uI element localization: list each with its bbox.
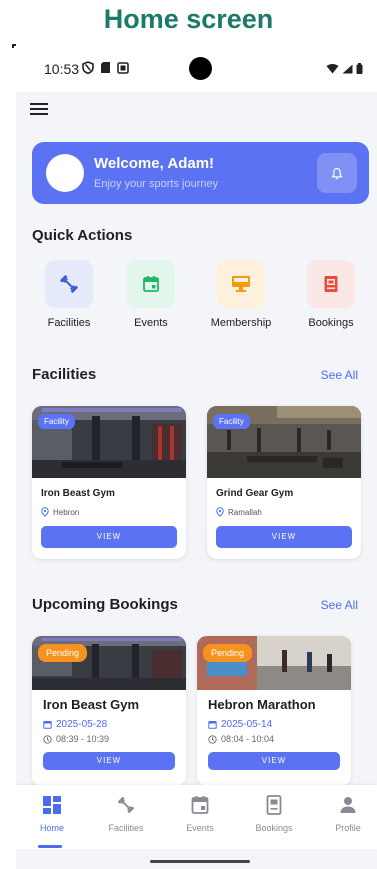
clock-icon [208, 734, 217, 744]
welcome-title: Welcome, Adam! [94, 155, 215, 172]
facility-card[interactable]: Facility Iron Beast Gym Hebron VIEW [32, 406, 186, 559]
status-badge: Pending [38, 644, 88, 662]
status-badge: Pending [203, 644, 253, 662]
gesture-bar[interactable] [150, 860, 250, 863]
shield-icon [82, 61, 94, 74]
status-icons-right [326, 63, 363, 74]
menu-icon[interactable] [30, 100, 50, 118]
battery-icon [356, 63, 363, 74]
booking-name: Iron Beast Gym [43, 697, 140, 712]
booking-date-text: 2025-05-14 [221, 719, 273, 730]
booking-icon [324, 276, 338, 292]
booking-icon [266, 795, 282, 815]
nav-home[interactable]: Home [24, 795, 80, 833]
quick-action-bookings[interactable]: Bookings [296, 260, 366, 329]
nav-label: Events [186, 823, 214, 833]
quick-action-label: Facilities [47, 317, 91, 329]
bell-icon [331, 167, 343, 179]
booking-date: 2025-05-14 [208, 719, 272, 730]
booking-time-text: 08:39 - 10:39 [56, 734, 110, 744]
quick-action-tile [127, 260, 175, 308]
dumbbell-icon [118, 797, 134, 813]
facility-name: Grind Gear Gym [216, 488, 294, 499]
avatar[interactable] [46, 154, 84, 192]
nav-profile[interactable]: Profile [320, 795, 376, 833]
calendar-icon [43, 721, 52, 729]
facility-card[interactable]: Facility Grind Gear Gym Ramallah VIEW [207, 406, 361, 559]
booking-date-text: 2025-05-28 [56, 719, 108, 730]
booking-time: 08:39 - 10:39 [43, 734, 109, 744]
status-bar: 10:53 [16, 48, 377, 92]
nav-label: Profile [335, 823, 361, 833]
facility-location-text: Ramallah [228, 507, 262, 517]
facility-view-button[interactable]: VIEW [41, 526, 177, 548]
booking-name: Hebron Marathon [208, 697, 316, 712]
booking-view-button[interactable]: VIEW [43, 752, 175, 770]
dumbbell-icon [60, 275, 78, 293]
nav-label: Home [39, 823, 64, 833]
wifi-icon [326, 63, 339, 73]
quick-action-label: Bookings [308, 317, 354, 329]
booking-date: 2025-05-28 [43, 719, 107, 730]
quick-action-tile [307, 260, 355, 308]
camera-cutout [189, 57, 212, 80]
facility-view-button[interactable]: VIEW [216, 526, 352, 548]
quick-action-label: Membership [210, 317, 272, 329]
location-pin-icon [216, 507, 224, 517]
booking-card[interactable]: Pending Iron Beast Gym 2025-05-28 08:39 … [32, 636, 186, 786]
person-icon [340, 797, 356, 813]
calendar-icon [143, 276, 159, 292]
card-icon [232, 276, 250, 292]
signal-icon [342, 64, 353, 73]
sim-card-icon [101, 62, 110, 73]
nav-active-indicator [38, 845, 62, 848]
quick-action-label: Events [134, 317, 168, 329]
app-bar [16, 92, 377, 132]
quick-action-tile [45, 260, 93, 308]
nav-facilities[interactable]: Facilities [98, 795, 154, 833]
location-pin-icon [41, 507, 49, 517]
facility-badge: Facility [38, 414, 75, 429]
screenshot-icon [117, 61, 129, 74]
status-icons-left [82, 61, 129, 74]
welcome-subtitle: Enjoy your sports journey [94, 178, 219, 190]
screen-caption: Home screen [103, 4, 274, 34]
facility-location: Ramallah [216, 507, 262, 517]
facility-location: Hebron [41, 507, 79, 517]
quick-actions-title: Quick Actions [32, 227, 133, 244]
booking-time-text: 08:04 - 10:04 [221, 734, 275, 744]
booking-view-button[interactable]: VIEW [208, 752, 340, 770]
bookings-title: Upcoming Bookings [32, 596, 178, 613]
clock-icon [43, 734, 52, 744]
nav-label: Facilities [108, 823, 144, 833]
facilities-see-all-link[interactable]: See All [321, 368, 358, 382]
quick-action-tile [217, 260, 265, 308]
status-time: 10:53 [44, 61, 80, 77]
calendar-icon [208, 721, 217, 729]
facility-name: Iron Beast Gym [41, 488, 115, 499]
facility-location-text: Hebron [53, 507, 80, 517]
quick-action-facilities[interactable]: Facilities [34, 260, 104, 329]
facilities-title: Facilities [32, 366, 97, 383]
nav-events[interactable]: Events [172, 795, 228, 833]
quick-action-events[interactable]: Events [116, 260, 186, 329]
quick-action-membership[interactable]: Membership [206, 260, 276, 329]
booking-time: 08:04 - 10:04 [208, 734, 274, 744]
bookings-see-all-link[interactable]: See All [321, 598, 358, 612]
nav-bookings[interactable]: Bookings [246, 795, 302, 833]
welcome-card: Welcome, Adam! Enjoy your sports journey [32, 142, 369, 204]
facility-badge: Facility [213, 414, 250, 429]
notifications-button[interactable] [317, 153, 357, 193]
calendar-icon [191, 796, 209, 814]
home-grid-icon [43, 796, 61, 814]
booking-card[interactable]: Pending Hebron Marathon 2025-05-14 08:04… [197, 636, 351, 786]
bottom-nav: Home Facilities Events Bookings Profile [16, 785, 377, 849]
phone-screen: 10:53 Welcome, Adam! Enjoy your sports j… [16, 48, 377, 869]
nav-label: Bookings [255, 823, 293, 833]
